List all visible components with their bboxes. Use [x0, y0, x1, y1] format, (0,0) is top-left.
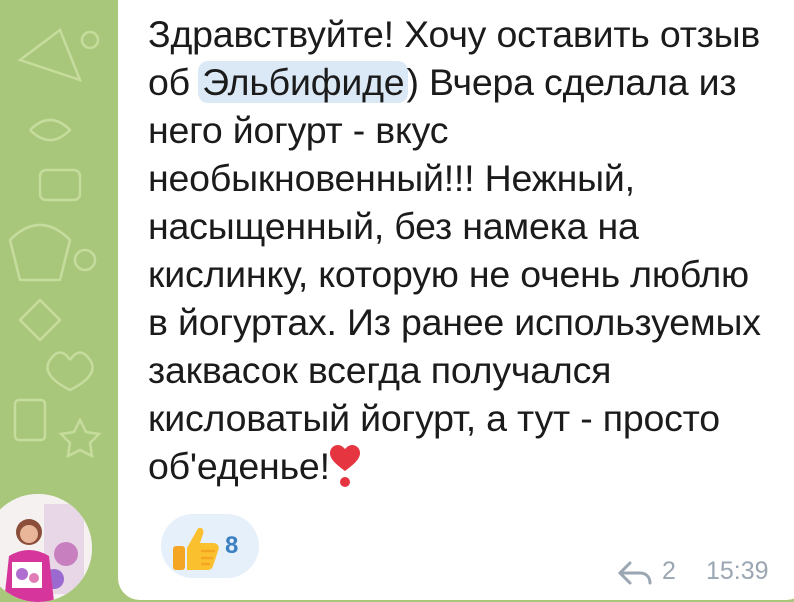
reply-icon[interactable]: [618, 561, 652, 585]
reaction-thumbs-up[interactable]: 8: [161, 514, 259, 578]
highlighted-word[interactable]: Эльбифиде: [198, 61, 409, 103]
thumbs-up-icon: [173, 527, 219, 570]
message-text-end: ) Вчера сделала из него йогурт - вкус не…: [148, 61, 761, 487]
reaction-count: 8: [225, 532, 239, 559]
heart-exclamation-icon: [329, 445, 360, 487]
message-text: Здравствуйте! Хочу оставить отзыв об Эль…: [148, 10, 778, 490]
reply-count[interactable]: 2: [662, 557, 676, 586]
message-time: 15:39: [706, 557, 769, 585]
message-meta: 2 15:39: [618, 557, 778, 589]
